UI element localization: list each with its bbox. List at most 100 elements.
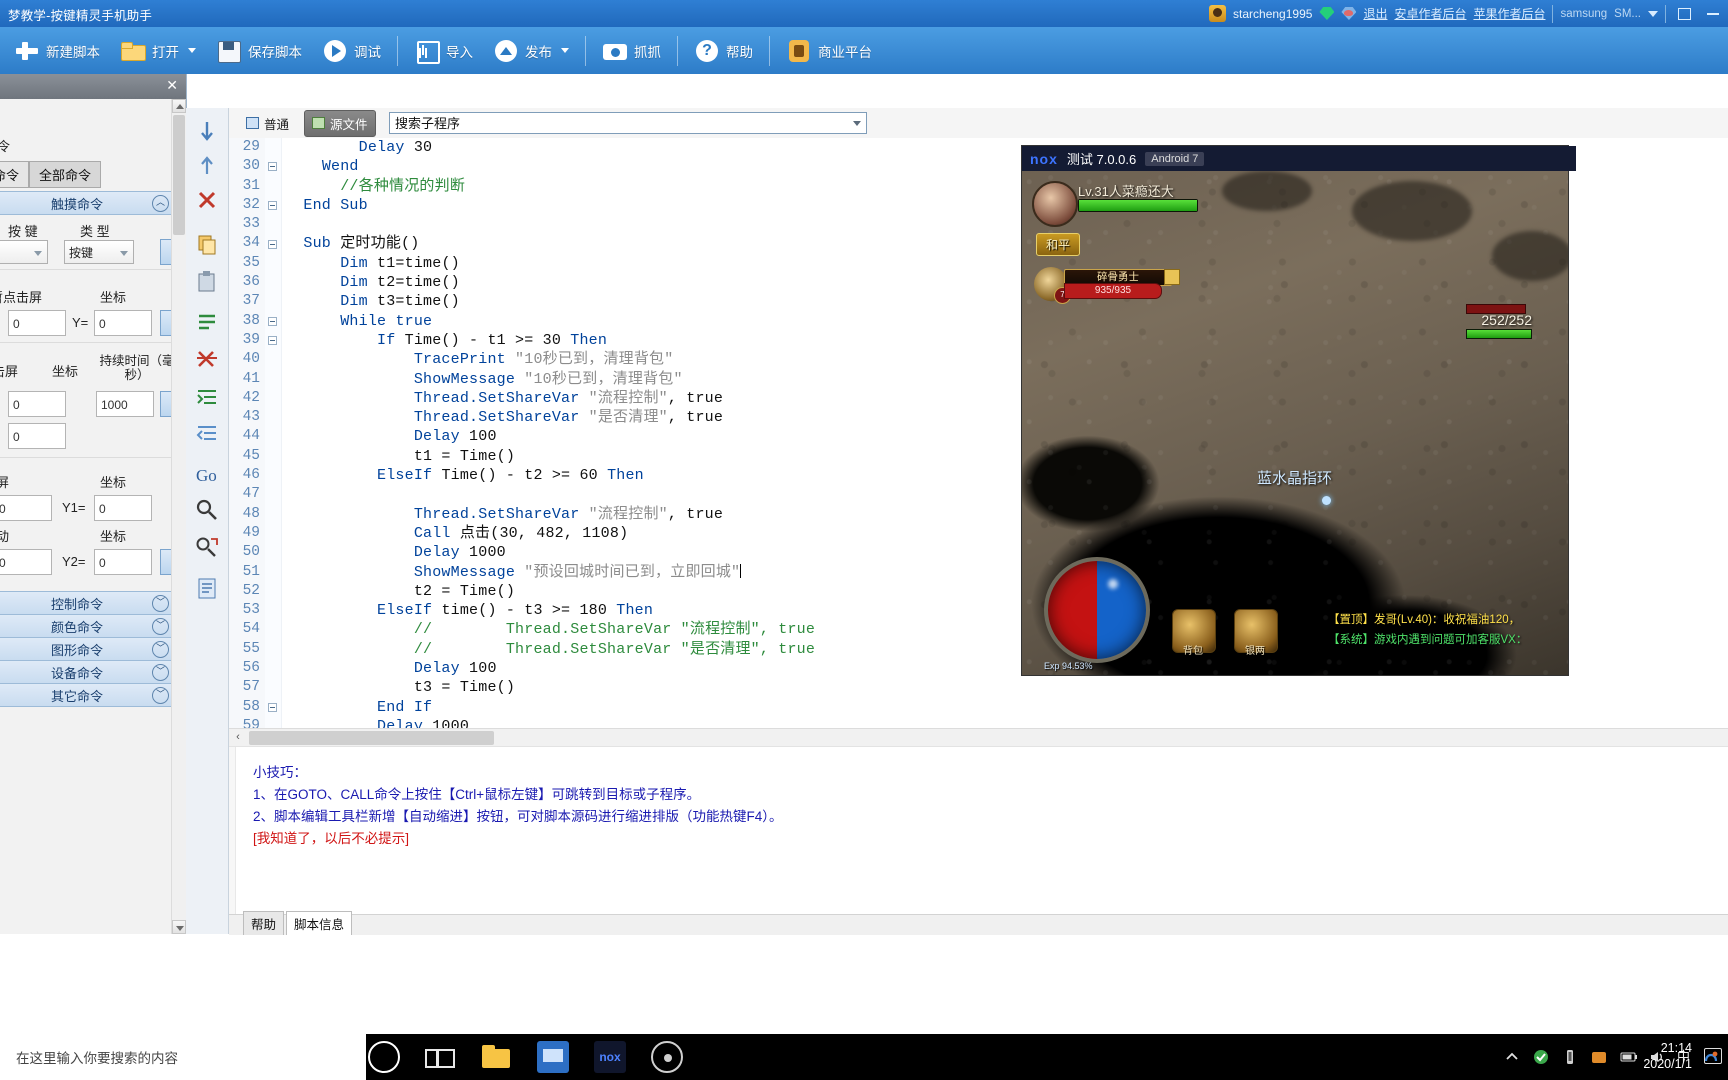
cortana-icon[interactable]	[368, 1041, 400, 1073]
goto-icon[interactable]: Go	[193, 460, 221, 488]
horizontal-scroll-thumb[interactable]	[249, 731, 494, 745]
fold-expand-icon[interactable]	[268, 239, 277, 249]
fold-collapse-icon[interactable]	[268, 162, 277, 172]
minimize-window-button[interactable]	[1702, 4, 1724, 24]
chevron-down-icon[interactable]	[188, 48, 196, 53]
fold-collapse-icon[interactable]	[268, 702, 277, 712]
usb-device-icon[interactable]	[1561, 1048, 1579, 1066]
scroll-left-button[interactable]: ‹	[231, 731, 245, 745]
swipe-x1-input[interactable]: 0	[0, 495, 52, 521]
delete-icon[interactable]	[193, 186, 221, 214]
restore-window-button[interactable]	[1673, 4, 1695, 24]
tab-help[interactable]: 帮助	[243, 911, 285, 935]
screen-recorder-icon[interactable]	[651, 1041, 683, 1073]
mode-source-button[interactable]: 源文件	[304, 109, 376, 137]
scroll-thumb[interactable]	[173, 115, 185, 235]
chevron-down-icon[interactable]: ﹀	[152, 663, 169, 681]
copy-icon[interactable]	[193, 230, 221, 258]
tips-dismiss-link[interactable]: [我知道了，以后不必提示]	[253, 827, 409, 847]
scroll-down-button[interactable]	[172, 920, 186, 934]
tab-all-commands[interactable]: 全部命令	[29, 161, 102, 188]
fold-expand-icon[interactable]	[268, 336, 277, 345]
remote-desktop-icon[interactable]	[537, 1041, 569, 1073]
new-script-button[interactable]: 新建脚本	[4, 31, 110, 71]
find-icon[interactable]	[193, 496, 221, 524]
swipe-y2-input[interactable]: 0	[94, 549, 152, 575]
find-next-icon[interactable]	[193, 534, 221, 562]
tap2-y-input[interactable]: 0	[8, 423, 66, 449]
code-line[interactable]: Delay 1000	[285, 717, 1725, 728]
code-line[interactable]: End If	[285, 698, 1725, 717]
debug-button[interactable]: 调试	[312, 31, 391, 71]
group-header-touch[interactable]: 触摸命令 ︿	[0, 191, 178, 215]
game-viewport[interactable]: Lv.31人菜瘾还大 和平 7 碎骨勇士 935/935 252/252 蓝水晶…	[1022, 171, 1568, 675]
group-header-graphic[interactable]: 图形命令 ﹀	[0, 637, 178, 661]
help-button[interactable]: 帮助	[684, 31, 763, 71]
script-info-icon[interactable]	[193, 574, 221, 602]
apple-backend-link[interactable]: 苹果作者后台	[1473, 5, 1545, 22]
scroll-up-button[interactable]	[172, 99, 186, 113]
battery-icon[interactable]	[1619, 1048, 1637, 1066]
chevron-down-icon[interactable]: ﹀	[152, 686, 169, 704]
blue-gem-icon[interactable]	[1341, 7, 1357, 20]
task-view-icon[interactable]	[422, 1041, 455, 1073]
nox-taskbar-icon[interactable]: nox	[594, 1041, 626, 1073]
chevron-down-icon[interactable]	[853, 121, 861, 126]
notification-center-icon[interactable]	[1704, 1048, 1722, 1064]
emulator-window[interactable]: nox 测试 7.0.0.6 Android 7 Lv.31人菜瘾还大 和平 7…	[1022, 146, 1576, 675]
tray-expand-icon[interactable]	[1503, 1048, 1521, 1066]
hp-mp-orb[interactable]	[1044, 557, 1150, 663]
outdent-icon[interactable]	[193, 420, 221, 448]
antivirus-tray-icon[interactable]	[1532, 1048, 1550, 1066]
search-subroutine-combobox[interactable]: 搜索子程序	[389, 112, 867, 134]
commercial-platform-button[interactable]: 商业平台	[776, 31, 882, 71]
mode-normal-button[interactable]: 普通	[239, 111, 296, 136]
orange-tray-icon[interactable]	[1590, 1048, 1608, 1066]
swipe-y1-input[interactable]: 0	[94, 495, 152, 521]
publish-button[interactable]: 发布	[483, 31, 579, 71]
group-header-color[interactable]: 颜色命令 ﹀	[0, 614, 178, 638]
tap-y-input[interactable]: 0	[94, 310, 152, 336]
taskbar-clock[interactable]: 21:14 2020/1/1	[1643, 1040, 1692, 1072]
tab-script-info[interactable]: 脚本信息	[286, 911, 353, 935]
chevron-down-icon[interactable]	[561, 48, 569, 53]
close-icon[interactable]: ✕	[166, 77, 178, 94]
code-fold-column[interactable]	[265, 138, 282, 728]
code-horizontal-scrollbar[interactable]: ‹	[229, 728, 1728, 747]
command-panel-scrollbar[interactable]	[171, 99, 186, 934]
fold-expand-icon[interactable]	[268, 316, 277, 326]
tab-basic-commands[interactable]: 本命令	[0, 161, 30, 188]
tap-x-input[interactable]: 0	[8, 310, 66, 336]
move-up-icon[interactable]	[193, 152, 221, 180]
indent-icon[interactable]	[193, 384, 221, 412]
type-select[interactable]: 按键	[64, 240, 134, 264]
code-line[interactable]: t3 = Time()	[285, 678, 1725, 697]
peace-mode-button[interactable]: 和平	[1036, 233, 1081, 256]
tap2-x-input[interactable]: 0	[8, 391, 66, 417]
import-button[interactable]: 导入	[404, 31, 483, 71]
android-backend-link[interactable]: 安卓作者后台	[1394, 5, 1466, 22]
green-gem-icon[interactable]	[1319, 7, 1335, 20]
file-explorer-icon[interactable]	[480, 1041, 512, 1073]
player-avatar[interactable]	[1032, 181, 1078, 227]
open-button[interactable]: 打开	[110, 31, 206, 71]
paste-icon[interactable]	[193, 268, 221, 296]
chevron-up-icon[interactable]: ︿	[152, 194, 169, 212]
fold-collapse-icon[interactable]	[268, 200, 277, 210]
comment-icon[interactable]	[193, 308, 221, 336]
record-icon[interactable]	[193, 118, 221, 146]
logout-link[interactable]: 退出	[1363, 5, 1387, 22]
chevron-down-icon[interactable]: ﹀	[152, 594, 169, 612]
capture-button[interactable]: 抓抓	[592, 31, 671, 71]
uncomment-icon[interactable]	[193, 344, 221, 372]
taskbar-search-box[interactable]: 在这里输入你要搜索的内容	[0, 1034, 366, 1080]
chevron-down-icon[interactable]: ﹀	[152, 640, 169, 658]
group-header-control[interactable]: 控制命令 ﹀	[0, 591, 178, 615]
group-header-device[interactable]: 设备命令 ﹀	[0, 660, 178, 684]
key-select[interactable]: ome	[0, 240, 48, 264]
tap2-duration-input[interactable]: 1000	[96, 391, 154, 417]
chevron-down-icon[interactable]	[1648, 10, 1658, 17]
swipe-x2-input[interactable]: 0	[0, 549, 52, 575]
save-script-button[interactable]: 保存脚本	[206, 31, 312, 71]
chevron-down-icon[interactable]: ﹀	[152, 617, 169, 635]
